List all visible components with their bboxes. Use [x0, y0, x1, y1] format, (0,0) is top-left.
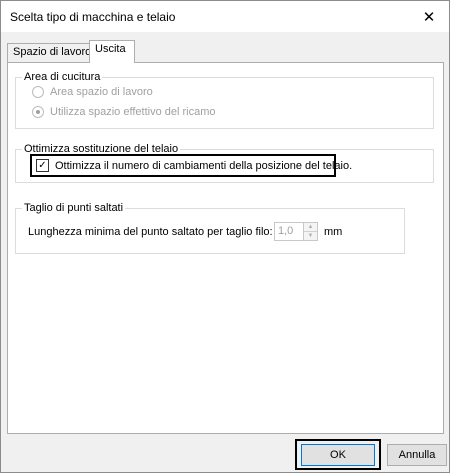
cancel-label: Annulla [398, 449, 436, 461]
cancel-button[interactable]: Annulla [387, 444, 447, 466]
radio-label: Area spazio di lavoro [50, 86, 153, 98]
checkbox-checked-icon: ✓ [36, 159, 49, 172]
radio-button-icon [32, 86, 44, 98]
radio-label: Utilizza spazio effettivo del ricamo [50, 106, 216, 118]
lunghezza-minima-stepper[interactable]: 1,0 ▲ ▼ [274, 222, 318, 241]
dialog-window: Scelta tipo di macchina e telaio ✕ Spazi… [0, 0, 450, 473]
checkbox-ottimizza[interactable]: ✓ Ottimizza il numero di cambiamenti del… [36, 159, 352, 172]
lunghezza-minima-input[interactable]: 1,0 [274, 222, 304, 241]
group-legend: Area di cucitura [22, 71, 103, 83]
close-button[interactable]: ✕ [409, 1, 449, 32]
tab-label: Uscita [95, 43, 126, 55]
tab-label: Spazio di lavoro [13, 46, 92, 58]
tab-panel-uscita: Area di cucitura Area spazio di lavoro U… [7, 62, 444, 434]
unit-label: mm [324, 226, 343, 238]
tab-uscita[interactable]: Uscita [89, 40, 135, 63]
checkbox-label: Ottimizza il numero di cambiamenti della… [55, 159, 353, 172]
ok-button[interactable]: OK [301, 444, 375, 466]
ok-label: OK [330, 449, 346, 461]
chevron-down-icon[interactable]: ▼ [304, 232, 317, 240]
radio-utilizza-spazio-effettivo[interactable]: Utilizza spazio effettivo del ricamo [32, 106, 215, 118]
radio-area-spazio-lavoro[interactable]: Area spazio di lavoro [32, 86, 153, 98]
group-legend: Taglio di punti saltati [22, 202, 126, 214]
ottimizza-group: Ottimizza sostituzione del telaio ✓ Otti… [15, 143, 434, 183]
field-label: Lunghezza minima del punto saltato per t… [28, 226, 273, 238]
chevron-up-icon[interactable]: ▲ [304, 223, 317, 232]
close-icon: ✕ [422, 8, 436, 26]
area-cucitura-group: Area di cucitura Area spazio di lavoro U… [15, 71, 434, 129]
spin-arrows[interactable]: ▲ ▼ [304, 222, 318, 241]
tab-spazio-di-lavoro[interactable]: Spazio di lavoro [7, 43, 92, 62]
window-title: Scelta tipo di macchina e telaio [10, 10, 176, 24]
radio-selected-icon [32, 106, 44, 118]
title-bar: Scelta tipo di macchina e telaio ✕ [1, 1, 449, 32]
taglio-group: Taglio di punti saltati Lunghezza minima… [15, 202, 405, 254]
